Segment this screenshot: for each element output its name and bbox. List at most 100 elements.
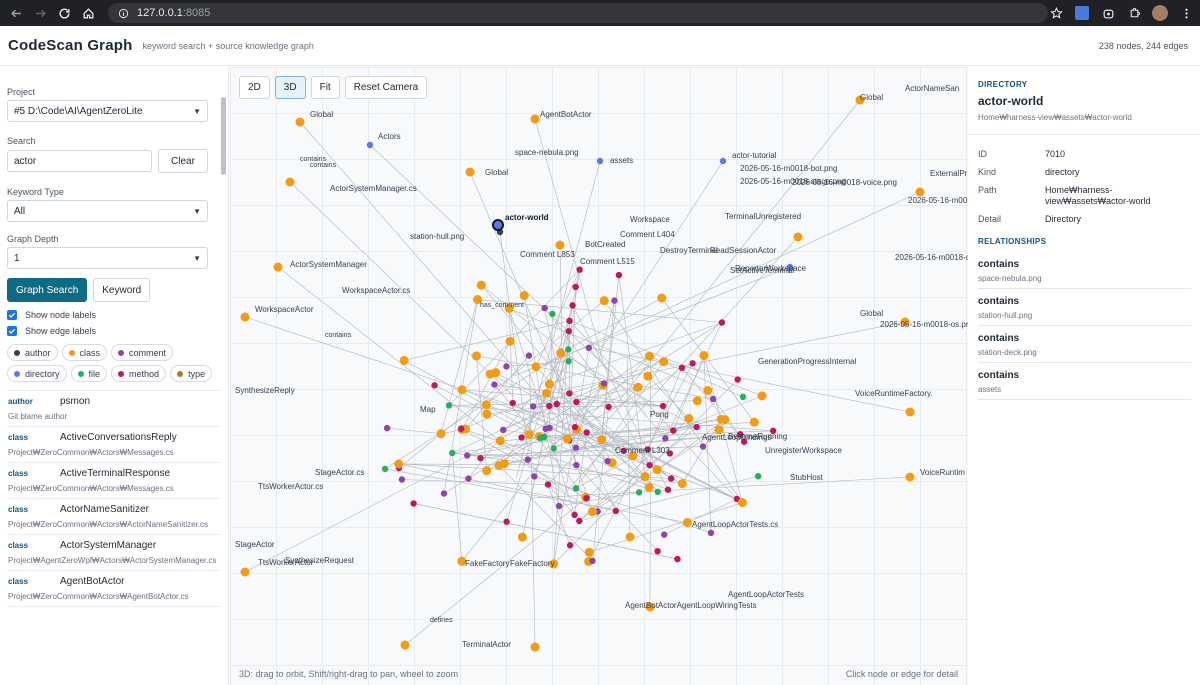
selected-graph-node[interactable] [492,219,504,231]
address-bar[interactable]: 127.0.0.1:8085 [108,3,1048,23]
graph-node[interactable] [449,449,456,457]
graph-node[interactable] [635,489,643,496]
graph-node[interactable] [605,403,612,411]
graph-node[interactable] [383,424,391,432]
result-item[interactable]: class ActorNameSanitizer Project₩ZeroComm… [7,499,221,535]
graph-node[interactable] [667,475,675,482]
site-info-icon[interactable] [118,8,129,19]
graph-node[interactable] [625,532,635,542]
graph-node[interactable] [531,473,538,480]
graph-node[interactable] [494,460,504,470]
graph-node[interactable] [566,390,573,397]
checkbox-checked-icon[interactable] [7,310,17,320]
graph-node[interactable] [566,317,573,325]
graph-node[interactable] [709,395,717,403]
graph-node[interactable] [611,297,618,304]
graph-node[interactable] [585,344,593,352]
graph-edge[interactable] [601,300,615,440]
fit-button[interactable]: Fit [310,76,340,99]
graph-node[interactable] [464,452,471,459]
graph-node[interactable] [662,435,669,442]
graph-node[interactable] [571,511,578,519]
graph-node[interactable] [531,362,541,372]
graph-node[interactable] [440,490,448,497]
graph-node[interactable] [240,312,250,322]
graph-node[interactable] [644,482,654,492]
graph-node[interactable] [495,436,505,446]
result-item[interactable]: class ActiveConversationsReply Project₩Ze… [7,427,221,463]
graph-node[interactable] [477,454,484,462]
graph-node[interactable] [571,423,579,431]
graph-edge[interactable] [508,308,514,404]
graph-node[interactable] [436,429,446,439]
graph-node[interactable] [556,348,566,358]
graph-canvas[interactable]: Global AgentBotActor Actors space-nebula.pn… [230,67,968,685]
graph-node[interactable] [689,360,696,367]
graph-node[interactable] [491,368,501,378]
graph-node[interactable] [525,352,533,359]
graph-node[interactable] [597,435,607,445]
keyword-button[interactable]: Keyword [93,278,151,302]
graph-node[interactable] [524,429,534,439]
graph-node[interactable] [273,262,283,272]
graph-node[interactable] [573,461,580,469]
graph-node[interactable] [699,351,709,361]
graph-node[interactable] [699,443,707,450]
graph-node[interactable] [633,382,643,392]
graph-node[interactable] [529,403,537,410]
graph-node[interactable] [499,426,507,434]
graph-node[interactable] [553,400,560,408]
graph-edge[interactable] [572,305,669,490]
graph-node[interactable] [398,476,406,483]
graph-node[interactable] [555,240,565,250]
graph-edge[interactable] [589,347,911,413]
graph-edge[interactable] [244,411,553,573]
graph-node[interactable] [546,402,553,410]
forward-icon[interactable] [30,2,50,24]
graph-depth-select[interactable]: 1 ▼ [7,247,208,269]
relationship-item[interactable]: contains station-deck.png [978,326,1191,363]
result-item[interactable]: class ActorSystemManager Project₩AgentZer… [7,535,221,571]
graph-node[interactable] [612,507,620,515]
graph-node[interactable] [576,517,583,525]
graph-node[interactable] [491,381,498,388]
relationship-item[interactable]: contains station-hull.png [978,289,1191,326]
home-icon[interactable] [78,2,98,24]
graph-node[interactable] [517,532,527,542]
graph-node[interactable] [572,444,580,451]
graph-node[interactable] [719,157,727,165]
sidebar-scrollbar[interactable] [221,97,226,175]
result-item[interactable]: author psmon Git blame author [7,391,221,427]
graph-node[interactable] [654,547,661,555]
graph-node[interactable] [657,293,667,303]
menu-kebab-icon[interactable] [1178,5,1194,21]
graph-node[interactable] [587,507,597,517]
graph-node[interactable] [737,498,747,508]
translate-extension-icon[interactable] [1074,5,1090,21]
graph-node[interactable] [643,371,653,381]
graph-node[interactable] [544,379,554,389]
graph-node[interactable] [505,336,515,346]
graph-node[interactable] [678,364,686,372]
clear-button[interactable]: Clear [158,149,208,173]
graph-node[interactable] [584,547,594,557]
graph-edge[interactable] [369,144,613,373]
graph-edge[interactable] [547,484,571,546]
graph-node[interactable] [541,304,548,312]
relationship-item[interactable]: contains space-nebula.png [978,252,1191,289]
graph-edge[interactable] [465,355,530,430]
graph-node[interactable] [677,479,687,489]
graph-node[interactable] [596,157,604,165]
graph-edge[interactable] [661,297,755,423]
graph-node[interactable] [583,494,590,502]
graph-svg[interactable]: Global AgentBotActor Actors space-nebula.pn… [230,67,968,685]
graph-node[interactable] [654,488,661,496]
graph-node[interactable] [583,429,590,436]
graph-edge[interactable] [244,316,584,430]
graph-node[interactable] [465,167,475,177]
graph-node[interactable] [431,382,438,389]
graph-node[interactable] [749,417,759,427]
graph-edge[interactable] [277,266,565,492]
graph-node[interactable] [739,393,747,401]
graph-node[interactable] [465,475,472,482]
